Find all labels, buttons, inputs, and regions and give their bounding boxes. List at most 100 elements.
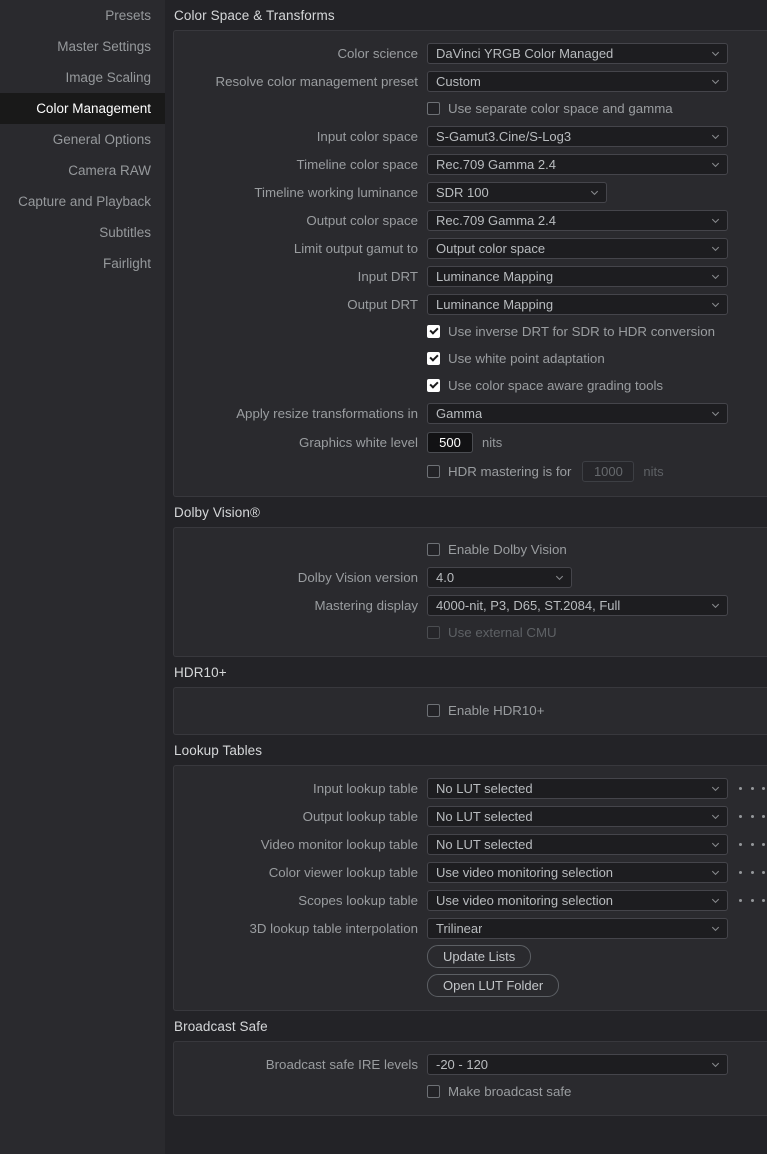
dropdown-timeline-color-space[interactable]: Rec.709 Gamma 2.4 bbox=[427, 153, 728, 175]
label-use-external-cmu: Use external CMU bbox=[448, 625, 557, 640]
dropdown-rcm-preset[interactable]: Custom bbox=[427, 70, 728, 92]
checkbox-use-white-point-adaptation[interactable] bbox=[427, 352, 440, 365]
update-lists-button[interactable]: Update Lists bbox=[427, 945, 532, 968]
dropdown-video-monitor-lookup-table[interactable]: No LUT selected bbox=[427, 833, 728, 855]
dropdown-limit-output-gamut[interactable]: Output color space bbox=[427, 237, 728, 259]
panel-hdr10plus: Enable HDR10+ bbox=[173, 687, 767, 735]
dropdown-output-lookup-table[interactable]: No LUT selected bbox=[427, 805, 728, 827]
checkbox-use-separate-color-space-and-gamma[interactable] bbox=[427, 102, 440, 115]
row-broadcast-safe-ire-levels: Broadcast safe IRE levels -20 - 120 bbox=[174, 1050, 767, 1078]
label-broadcast-safe-ire-levels: Broadcast safe IRE levels bbox=[265, 1056, 418, 1072]
panel-color-space-transforms: Color science DaVinci YRGB Color Managed… bbox=[173, 30, 767, 497]
label-use-inverse-drt: Use inverse DRT for SDR to HDR conversio… bbox=[448, 324, 716, 339]
chevron-down-icon bbox=[710, 839, 721, 850]
browse-video-monitor-lookup-table-button[interactable] bbox=[739, 842, 765, 846]
chevron-down-icon bbox=[710, 923, 721, 934]
chevron-down-icon bbox=[710, 600, 721, 611]
sidebar-item-presets[interactable]: Presets bbox=[0, 0, 165, 31]
checkbox-hdr-mastering-is-for[interactable] bbox=[427, 465, 440, 478]
dropdown-3d-lookup-table-interpolation[interactable]: Trilinear bbox=[427, 917, 728, 939]
chevron-down-icon bbox=[710, 48, 721, 59]
chevron-down-icon bbox=[710, 1059, 721, 1070]
label-use-white-point-adaptation: Use white point adaptation bbox=[448, 351, 605, 366]
dropdown-input-color-space[interactable]: S-Gamut3.Cine/S-Log3 bbox=[427, 125, 728, 147]
dropdown-output-color-space[interactable]: Rec.709 Gamma 2.4 bbox=[427, 209, 728, 231]
browse-scopes-lookup-table-button[interactable] bbox=[739, 898, 765, 902]
panel-broadcast-safe: Broadcast safe IRE levels -20 - 120 Make… bbox=[173, 1041, 767, 1116]
label-timeline-working-luminance: Timeline working luminance bbox=[254, 184, 418, 200]
dropdown-rcm-preset-value: Custom bbox=[436, 73, 481, 89]
row-timeline-color-space: Timeline color space Rec.709 Gamma 2.4 bbox=[174, 150, 767, 178]
checkbox-enable-dolby-vision[interactable] bbox=[427, 543, 440, 556]
chevron-down-icon bbox=[710, 243, 721, 254]
label-output-drt: Output DRT bbox=[347, 296, 418, 312]
dropdown-mastering-display[interactable]: 4000-nit, P3, D65, ST.2084, Full bbox=[427, 594, 728, 616]
sidebar-item-master-settings[interactable]: Master Settings bbox=[0, 31, 165, 62]
dropdown-scopes-lookup-table[interactable]: Use video monitoring selection bbox=[427, 889, 728, 911]
settings-content: Color Space & Transforms Color science D… bbox=[165, 0, 767, 1154]
input-graphics-white-level[interactable]: 500 bbox=[427, 431, 473, 453]
sidebar-item-subtitles[interactable]: Subtitles bbox=[0, 217, 165, 248]
dropdown-color-science-value: DaVinci YRGB Color Managed bbox=[436, 45, 614, 61]
row-update-lists: Update Lists bbox=[174, 942, 767, 971]
dropdown-color-viewer-lookup-table[interactable]: Use video monitoring selection bbox=[427, 861, 728, 883]
checkbox-use-color-space-aware-grading-tools[interactable] bbox=[427, 379, 440, 392]
dropdown-input-lookup-table[interactable]: No LUT selected bbox=[427, 777, 728, 799]
row-inverse-drt: Use inverse DRT for SDR to HDR conversio… bbox=[174, 318, 767, 345]
row-timeline-working-luminance: Timeline working luminance SDR 100 bbox=[174, 178, 767, 206]
label-mastering-display: Mastering display bbox=[314, 597, 418, 613]
sidebar-item-capture-and-playback[interactable]: Capture and Playback bbox=[0, 186, 165, 217]
dropdown-dolby-vision-version[interactable]: 4.0 bbox=[427, 566, 572, 588]
sidebar-item-image-scaling[interactable]: Image Scaling bbox=[0, 62, 165, 93]
chevron-down-icon bbox=[710, 895, 721, 906]
dropdown-broadcast-safe-ire-levels[interactable]: -20 - 120 bbox=[427, 1053, 728, 1075]
row-color-viewer-lookup-table: Color viewer lookup table Use video moni… bbox=[174, 858, 767, 886]
settings-window: Presets Master Settings Image Scaling Co… bbox=[0, 0, 767, 1154]
checkbox-use-inverse-drt[interactable] bbox=[427, 325, 440, 338]
dropdown-timeline-working-luminance[interactable]: SDR 100 bbox=[427, 181, 607, 203]
chevron-down-icon bbox=[710, 867, 721, 878]
dropdown-input-drt[interactable]: Luminance Mapping bbox=[427, 265, 728, 287]
sidebar-item-general-options[interactable]: General Options bbox=[0, 124, 165, 155]
row-use-external-cmu: Use external CMU bbox=[174, 619, 767, 646]
chevron-down-icon bbox=[554, 572, 565, 583]
section-title-hdr10plus: HDR10+ bbox=[174, 665, 227, 680]
row-video-monitor-lookup-table: Video monitor lookup table No LUT select… bbox=[174, 830, 767, 858]
browse-color-viewer-lookup-table-button[interactable] bbox=[739, 870, 765, 874]
checkbox-enable-hdr10plus[interactable] bbox=[427, 704, 440, 717]
label-color-science: Color science bbox=[337, 45, 418, 61]
dropdown-output-drt[interactable]: Luminance Mapping bbox=[427, 293, 728, 315]
dropdown-dolby-vision-version-value: 4.0 bbox=[436, 569, 455, 585]
chevron-down-icon bbox=[710, 783, 721, 794]
dropdown-output-color-space-value: Rec.709 Gamma 2.4 bbox=[436, 212, 556, 228]
label-graphics-white-level: Graphics white level bbox=[299, 434, 418, 450]
sidebar-item-color-management[interactable]: Color Management bbox=[0, 93, 165, 124]
browse-input-lookup-table-button[interactable] bbox=[739, 786, 765, 790]
row-input-lookup-table: Input lookup table No LUT selected bbox=[174, 774, 767, 802]
settings-sidebar: Presets Master Settings Image Scaling Co… bbox=[0, 0, 165, 1154]
browse-output-lookup-table-button[interactable] bbox=[739, 814, 765, 818]
checkbox-make-broadcast-safe[interactable] bbox=[427, 1085, 440, 1098]
chevron-down-icon bbox=[710, 76, 721, 87]
label-input-lookup-table: Input lookup table bbox=[313, 780, 418, 796]
panel-dolby-vision: Enable Dolby Vision Dolby Vision version… bbox=[173, 527, 767, 657]
section-title-dolby-vision: Dolby Vision® bbox=[174, 505, 261, 520]
open-lut-folder-button[interactable]: Open LUT Folder bbox=[427, 974, 560, 997]
label-color-viewer-lookup-table: Color viewer lookup table bbox=[268, 864, 418, 880]
dropdown-input-drt-value: Luminance Mapping bbox=[436, 268, 554, 284]
label-dolby-vision-version: Dolby Vision version bbox=[297, 569, 418, 585]
row-enable-dolby-vision: Enable Dolby Vision bbox=[174, 536, 767, 563]
label-scopes-lookup-table: Scopes lookup table bbox=[298, 892, 418, 908]
dropdown-color-science[interactable]: DaVinci YRGB Color Managed bbox=[427, 42, 728, 64]
dropdown-output-lookup-table-value: No LUT selected bbox=[436, 808, 533, 824]
dropdown-apply-resize-transformations[interactable]: Gamma bbox=[427, 402, 728, 424]
row-graphics-white-level: Graphics white level 500 nits bbox=[174, 427, 767, 457]
chevron-down-icon bbox=[710, 215, 721, 226]
label-hdr-mastering-is-for: HDR mastering is for bbox=[448, 464, 572, 479]
sidebar-item-fairlight[interactable]: Fairlight bbox=[0, 248, 165, 279]
row-scopes-lookup-table: Scopes lookup table Use video monitoring… bbox=[174, 886, 767, 914]
label-use-color-space-aware-grading-tools: Use color space aware grading tools bbox=[448, 378, 664, 393]
label-use-separate-color-space-and-gamma: Use separate color space and gamma bbox=[448, 101, 673, 116]
row-separate-cs-gamma: Use separate color space and gamma bbox=[174, 95, 767, 122]
sidebar-item-camera-raw[interactable]: Camera RAW bbox=[0, 155, 165, 186]
